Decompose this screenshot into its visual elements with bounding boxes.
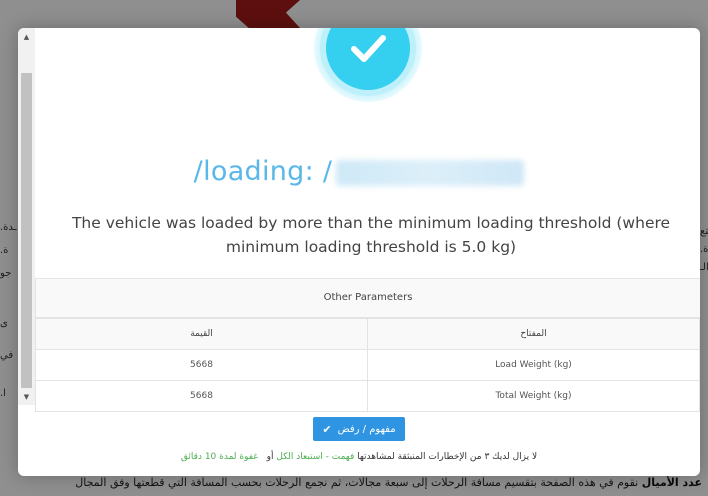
cell-value: 5668 — [35, 380, 368, 412]
acknowledge-button[interactable]: ✔ مفهوم / رفض — [313, 417, 405, 441]
table-row: 5668 Total Weight (kg) — [35, 380, 700, 412]
modal-scrollbar[interactable]: ▲ ▼ — [18, 28, 35, 405]
scroll-up-arrow-icon[interactable]: ▲ — [18, 30, 35, 44]
dismiss-all-link[interactable]: فهمت - استبعاد الكل — [276, 452, 354, 462]
cell-value: 5668 — [35, 349, 368, 381]
pending-popups-note: لا يزال لديك ٣ من الإخطارات المنبثقة لمش… — [38, 452, 680, 462]
column-header-value: القيمة — [35, 318, 368, 350]
table-header-row: القيمة المفتاح — [35, 318, 700, 350]
parameters-table: Other Parameters القيمة المفتاح 5668 Loa… — [35, 278, 700, 412]
notification-modal: ▲ ▼ /loading: / The vehicle was loaded b… — [18, 28, 700, 476]
modal-message: The vehicle was loaded by more than the … — [71, 214, 671, 256]
modal-title-text: /loading: / — [193, 156, 333, 187]
scrollbar-thumb[interactable] — [21, 73, 32, 388]
redacted-title-part — [336, 159, 525, 186]
snooze-link[interactable]: غفوة لمدة 10 دقائق — [181, 452, 258, 462]
check-icon: ✔ — [322, 422, 332, 436]
cell-key: Total Weight (kg) — [367, 380, 700, 412]
table-row: 5668 Load Weight (kg) — [35, 349, 700, 381]
or-text: أو — [266, 452, 274, 462]
parameters-caption: Other Parameters — [35, 279, 700, 318]
acknowledge-button-label: مفهوم / رفض — [337, 423, 396, 435]
pending-popups-text: لا يزال لديك ٣ من الإخطارات المنبثقة لمش… — [357, 452, 538, 462]
scroll-down-arrow-icon[interactable]: ▼ — [18, 390, 35, 404]
column-header-key: المفتاح — [367, 318, 700, 350]
modal-title: /loading: / — [38, 156, 680, 187]
cell-key: Load Weight (kg) — [367, 349, 700, 381]
parameters-grid: القيمة المفتاح 5668 Load Weight (kg) 566… — [35, 318, 700, 412]
